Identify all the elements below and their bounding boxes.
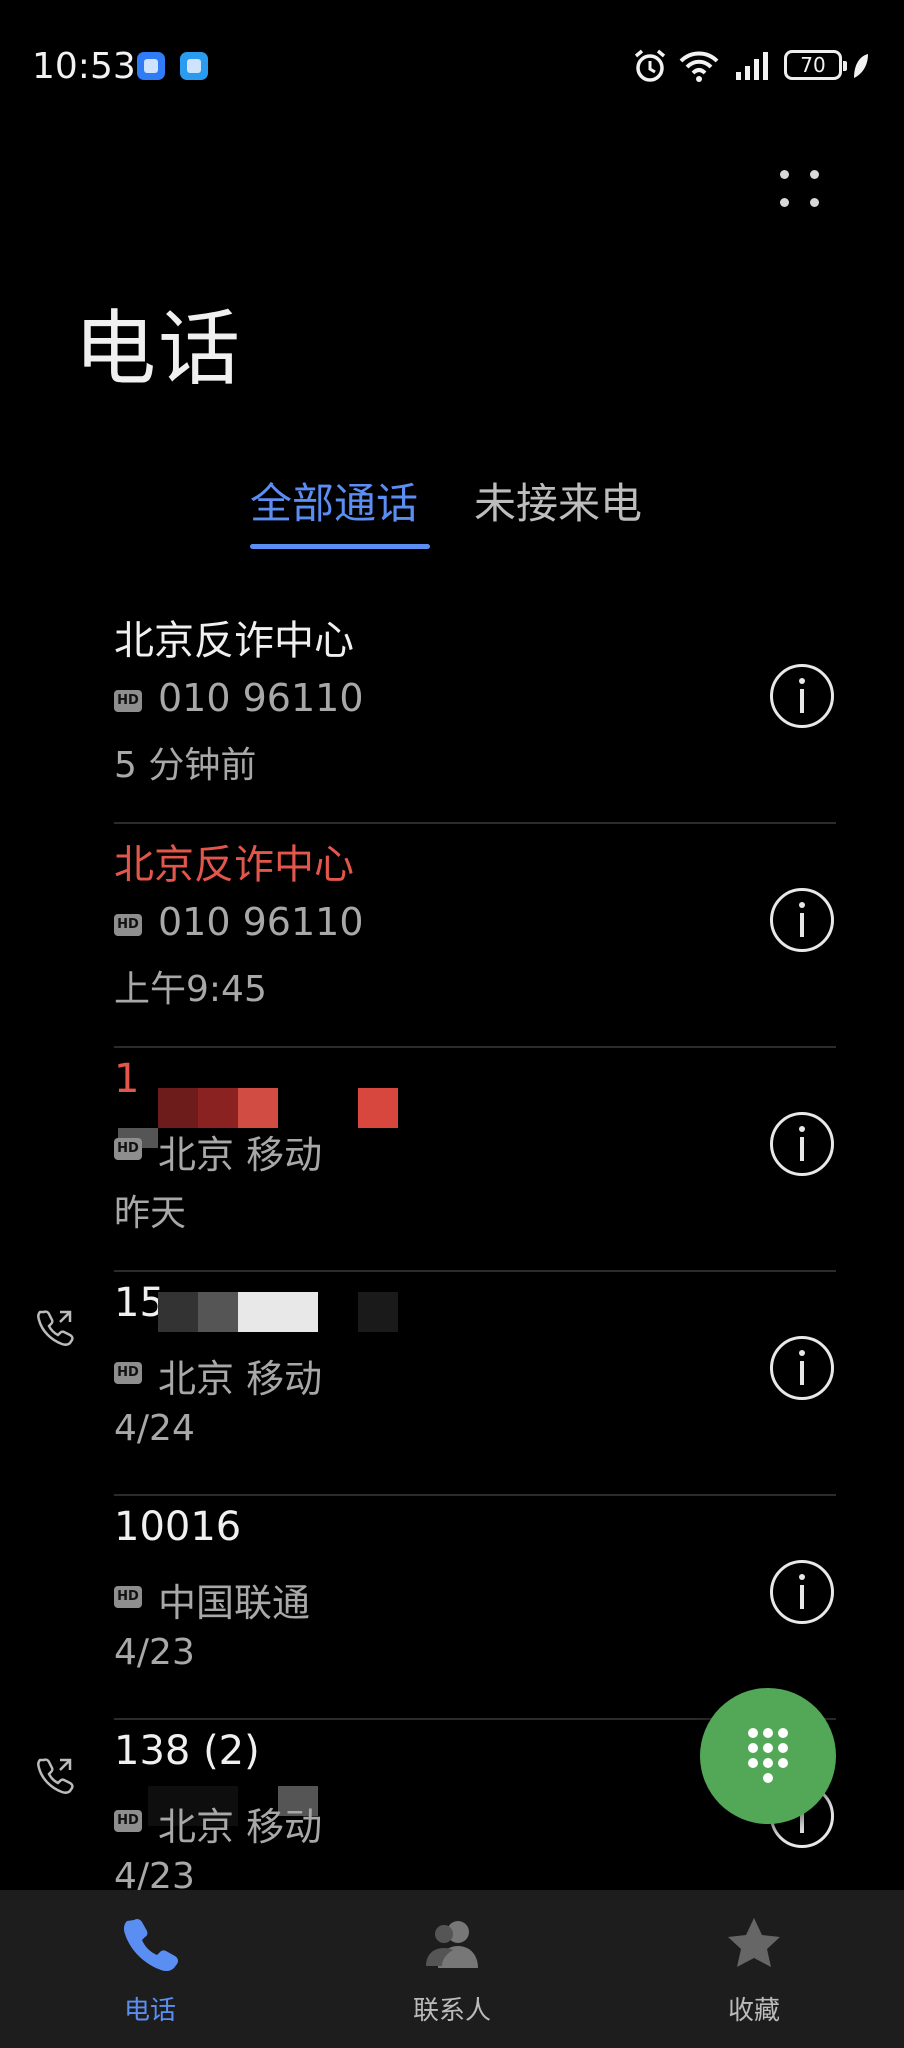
alarm-icon xyxy=(634,49,666,82)
bottom-navigation: 电话 联系人 收藏 xyxy=(0,1890,904,2048)
call-row[interactable]: 北京反诈中心 HD 010 96110 上午9:45 xyxy=(0,824,904,1048)
leaf-icon xyxy=(854,54,868,78)
caller-name: 10016 xyxy=(114,1504,242,1550)
tab-indicator xyxy=(250,544,430,549)
wifi-icon xyxy=(679,51,719,82)
call-time: 4/23 xyxy=(114,1632,195,1673)
call-time: 昨天 xyxy=(114,1193,187,1234)
tab-missed-calls[interactable]: 未接来电 xyxy=(474,470,642,531)
caller-name: 138 (2) xyxy=(114,1728,260,1774)
call-row[interactable]: 10016 HD 中国联通 4/23 xyxy=(0,1496,904,1720)
redaction-mosaic xyxy=(158,1292,398,1332)
nav-contacts[interactable]: 联系人 xyxy=(352,1890,552,2048)
app-notification-icon xyxy=(137,52,165,80)
caller-location: 北京 移动 xyxy=(158,1133,323,1177)
star-icon xyxy=(728,1918,780,1967)
dialpad-button[interactable] xyxy=(700,1688,836,1824)
call-time: 上午9:45 xyxy=(114,969,267,1010)
more-options-icon[interactable] xyxy=(770,160,830,220)
tab-all-calls[interactable]: 全部通话 xyxy=(250,470,418,531)
outgoing-call-icon xyxy=(37,1310,74,1346)
contacts-icon xyxy=(426,1921,478,1968)
message-notification-icon xyxy=(180,52,208,80)
info-icon[interactable] xyxy=(770,664,834,728)
call-row[interactable]: 1 HD 北京 移动 昨天 xyxy=(0,1048,904,1272)
caller-location: 北京 移动 xyxy=(158,1357,323,1401)
hd-badge: HD xyxy=(114,914,142,936)
caller-name: 1 xyxy=(114,1056,140,1102)
nav-label: 收藏 xyxy=(727,1996,780,2026)
status-time: 10:53 xyxy=(32,46,136,87)
caller-name: 北京反诈中心 xyxy=(114,842,354,888)
page-title: 电话 xyxy=(74,302,243,397)
redaction-mosaic xyxy=(118,1088,398,1148)
hd-badge: HD xyxy=(114,1586,142,1608)
info-icon[interactable] xyxy=(770,1336,834,1400)
nav-phone[interactable]: 电话 xyxy=(50,1890,250,2048)
hd-badge: HD xyxy=(114,1138,142,1160)
call-tabs: 全部通话 未接来电 xyxy=(0,470,904,550)
nav-favorites[interactable]: 收藏 xyxy=(654,1890,854,2048)
phone-icon xyxy=(123,1918,179,1972)
call-row[interactable]: 15 HD 北京 移动 4/24 xyxy=(0,1272,904,1496)
outgoing-call-icon xyxy=(37,1758,74,1794)
caller-number: 010 96110 xyxy=(158,900,364,944)
status-bar: 10:53 70 xyxy=(0,0,904,134)
hd-badge: HD xyxy=(114,690,142,712)
call-time: 4/24 xyxy=(114,1408,195,1449)
nav-label: 联系人 xyxy=(412,1996,491,2026)
caller-location: 中国联通 xyxy=(158,1581,311,1625)
battery-icon: 70 xyxy=(784,50,847,80)
nav-label: 电话 xyxy=(123,1996,176,2026)
caller-number: 010 96110 xyxy=(158,676,364,720)
signal-icon xyxy=(736,52,768,80)
caller-location: 北京 移动 xyxy=(158,1805,323,1849)
info-icon[interactable] xyxy=(770,1112,834,1176)
caller-name: 北京反诈中心 xyxy=(114,618,354,664)
call-row[interactable]: 北京反诈中心 HD 010 96110 5 分钟前 xyxy=(0,600,904,824)
hd-badge: HD xyxy=(114,1810,142,1832)
hd-badge: HD xyxy=(114,1362,142,1384)
call-time: 5 分钟前 xyxy=(114,745,257,786)
info-icon[interactable] xyxy=(770,1560,834,1624)
info-icon[interactable] xyxy=(770,888,834,952)
